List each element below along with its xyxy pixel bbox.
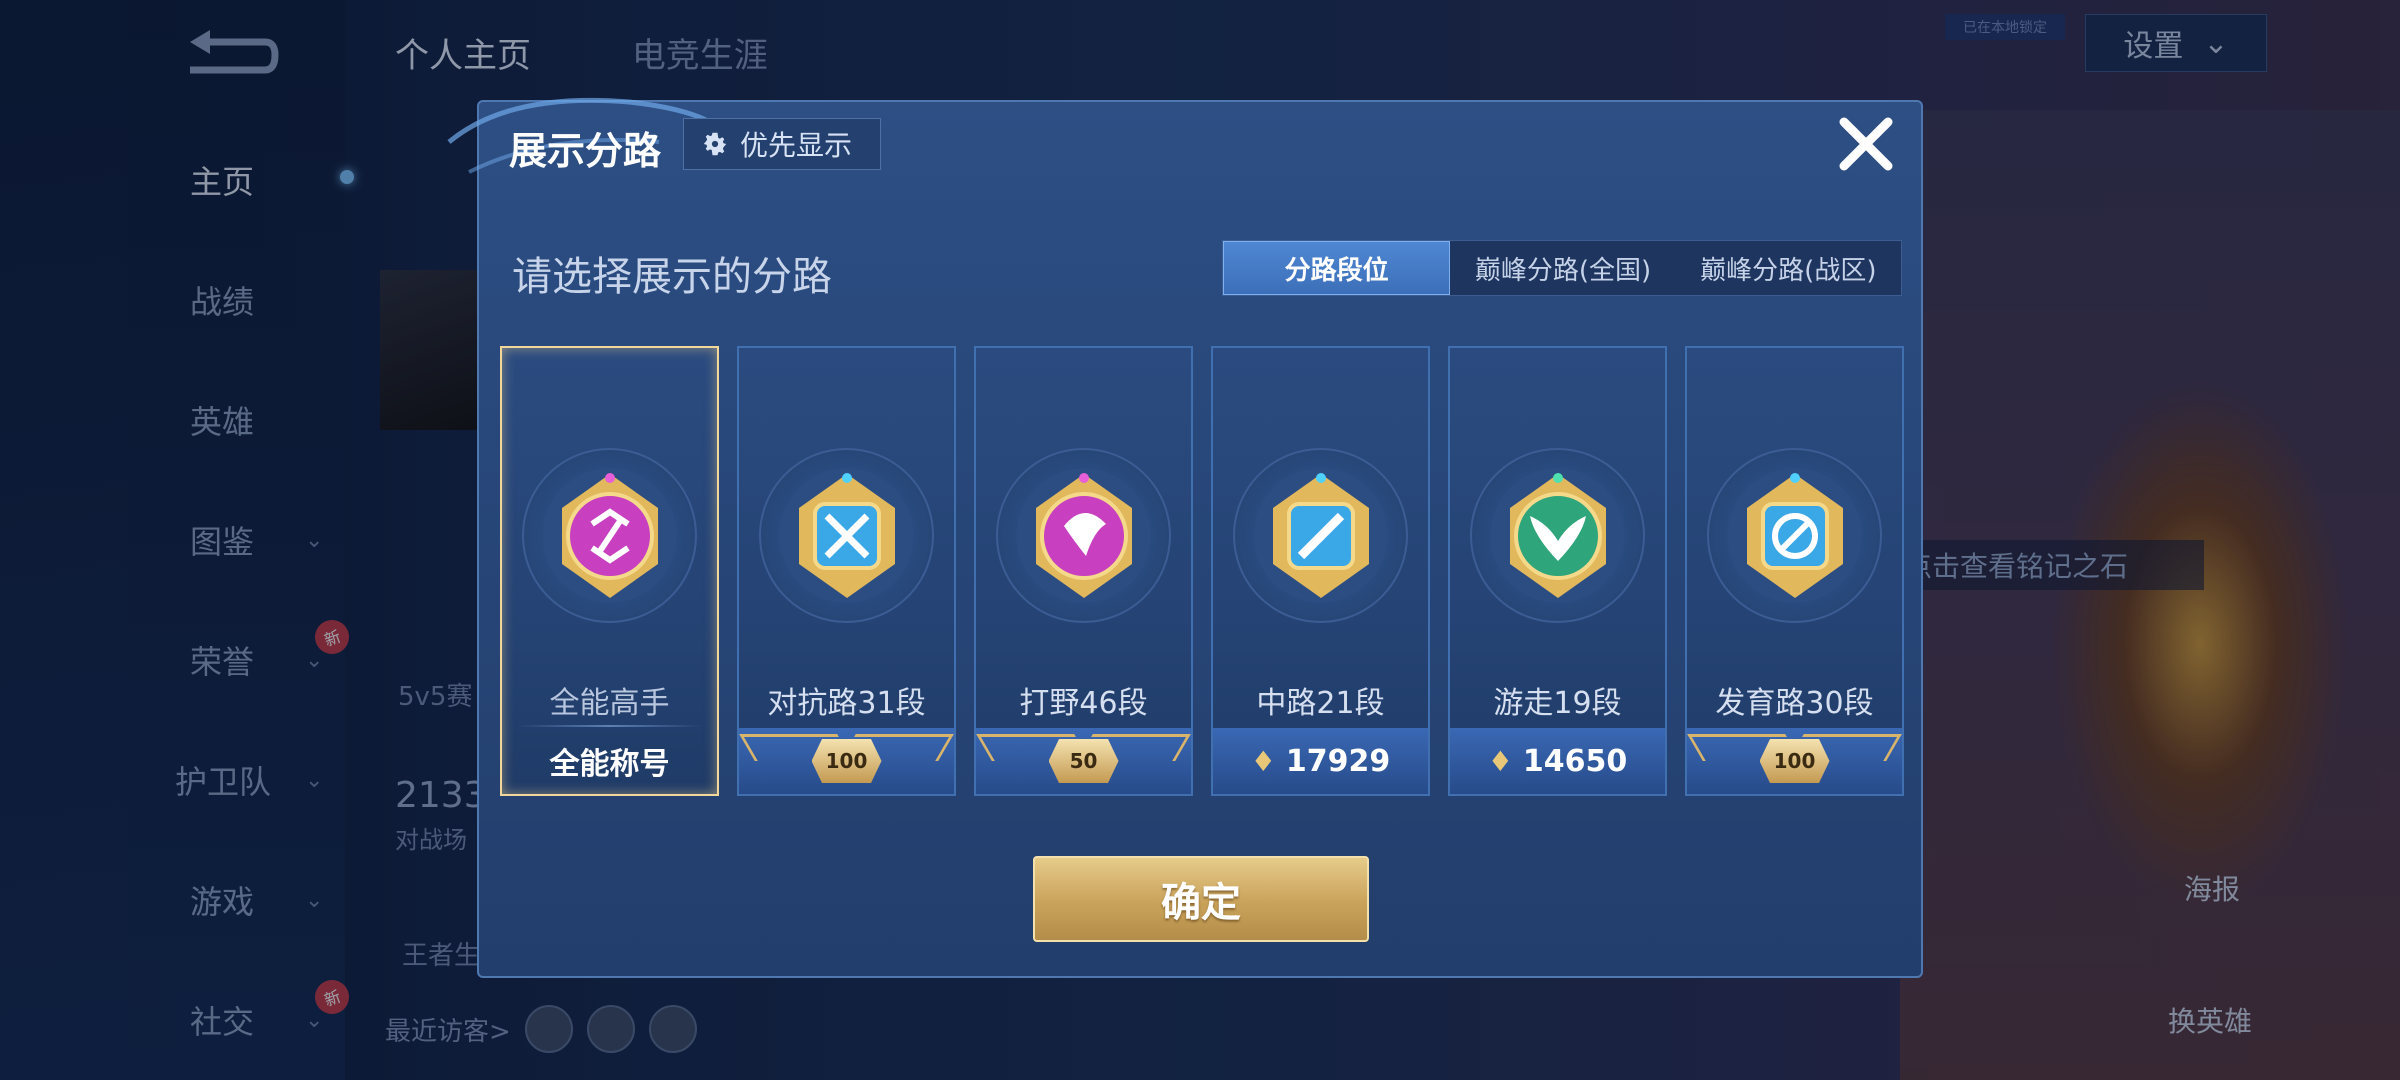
lane-name: 中路21段 xyxy=(1256,686,1385,721)
clash-lane-badge-icon xyxy=(777,466,917,606)
jungle-badge-icon xyxy=(1014,466,1154,606)
peak-score-value: 14650 xyxy=(1522,743,1628,779)
lane-card-list: 全能高手 全能称号 对抗路31段 100 打野46段 50 中路21段 ♦ 17… xyxy=(500,346,1904,796)
lane-name: 发育路30段 xyxy=(1715,686,1874,721)
peak-icon: ♦ xyxy=(1250,744,1276,778)
farm-lane-badge-icon xyxy=(1725,466,1865,606)
gear-icon xyxy=(703,132,727,156)
lane-display-dialog: 展示分路 优先显示 请选择展示的分路 分路段位 巅峰分路(全国) 巅峰分路(战区… xyxy=(447,97,1923,978)
star-ribbon: 100 xyxy=(1687,728,1902,794)
ribbon-wing xyxy=(1788,734,1902,761)
priority-display-button[interactable]: 优先显示 xyxy=(683,118,881,170)
ribbon-wing xyxy=(1077,734,1191,761)
lane-name: 打野46段 xyxy=(1019,686,1148,721)
divider xyxy=(517,725,702,727)
peak-score: ♦ 17929 xyxy=(1213,728,1428,794)
dialog-title: 展示分路 xyxy=(509,129,662,173)
peak-score-value: 17929 xyxy=(1285,743,1391,779)
peak-score: ♦ 14650 xyxy=(1450,728,1665,794)
confirm-button[interactable]: 确定 xyxy=(1033,856,1369,942)
lane-card-jungle[interactable]: 打野46段 50 xyxy=(974,346,1193,796)
dialog-subtitle: 请选择展示的分路 xyxy=(512,254,832,300)
ribbon-wing xyxy=(840,734,954,761)
priority-label: 优先显示 xyxy=(740,129,853,162)
tab-peak-national[interactable]: 巅峰分路(全国) xyxy=(1450,241,1675,295)
lane-card-clash[interactable]: 对抗路31段 100 xyxy=(737,346,956,796)
lane-name: 全能高手 xyxy=(549,686,670,721)
roam-badge-icon xyxy=(1488,466,1628,606)
lane-tabs: 分路段位 巅峰分路(全国) 巅峰分路(战区) xyxy=(1222,240,1902,296)
peak-icon: ♦ xyxy=(1487,744,1513,778)
lane-card-allround[interactable]: 全能高手 全能称号 xyxy=(500,346,719,796)
tab-lane-rank[interactable]: 分路段位 xyxy=(1223,241,1451,295)
lane-card-roam[interactable]: 游走19段 ♦ 14650 xyxy=(1448,346,1667,796)
lane-title-label: 全能称号 xyxy=(549,747,670,782)
lane-name: 对抗路31段 xyxy=(767,686,926,721)
close-icon xyxy=(1839,117,1893,171)
mid-lane-badge-icon xyxy=(1251,466,1391,606)
lane-name: 游走19段 xyxy=(1493,686,1622,721)
lane-card-farm[interactable]: 发育路30段 100 xyxy=(1685,346,1904,796)
star-ribbon: 100 xyxy=(739,728,954,794)
allround-badge-icon xyxy=(540,466,680,606)
tab-peak-region[interactable]: 巅峰分路(战区) xyxy=(1676,241,1901,295)
lane-card-mid[interactable]: 中路21段 ♦ 17929 xyxy=(1211,346,1430,796)
close-button[interactable] xyxy=(1834,112,1898,176)
star-ribbon: 50 xyxy=(976,728,1191,794)
